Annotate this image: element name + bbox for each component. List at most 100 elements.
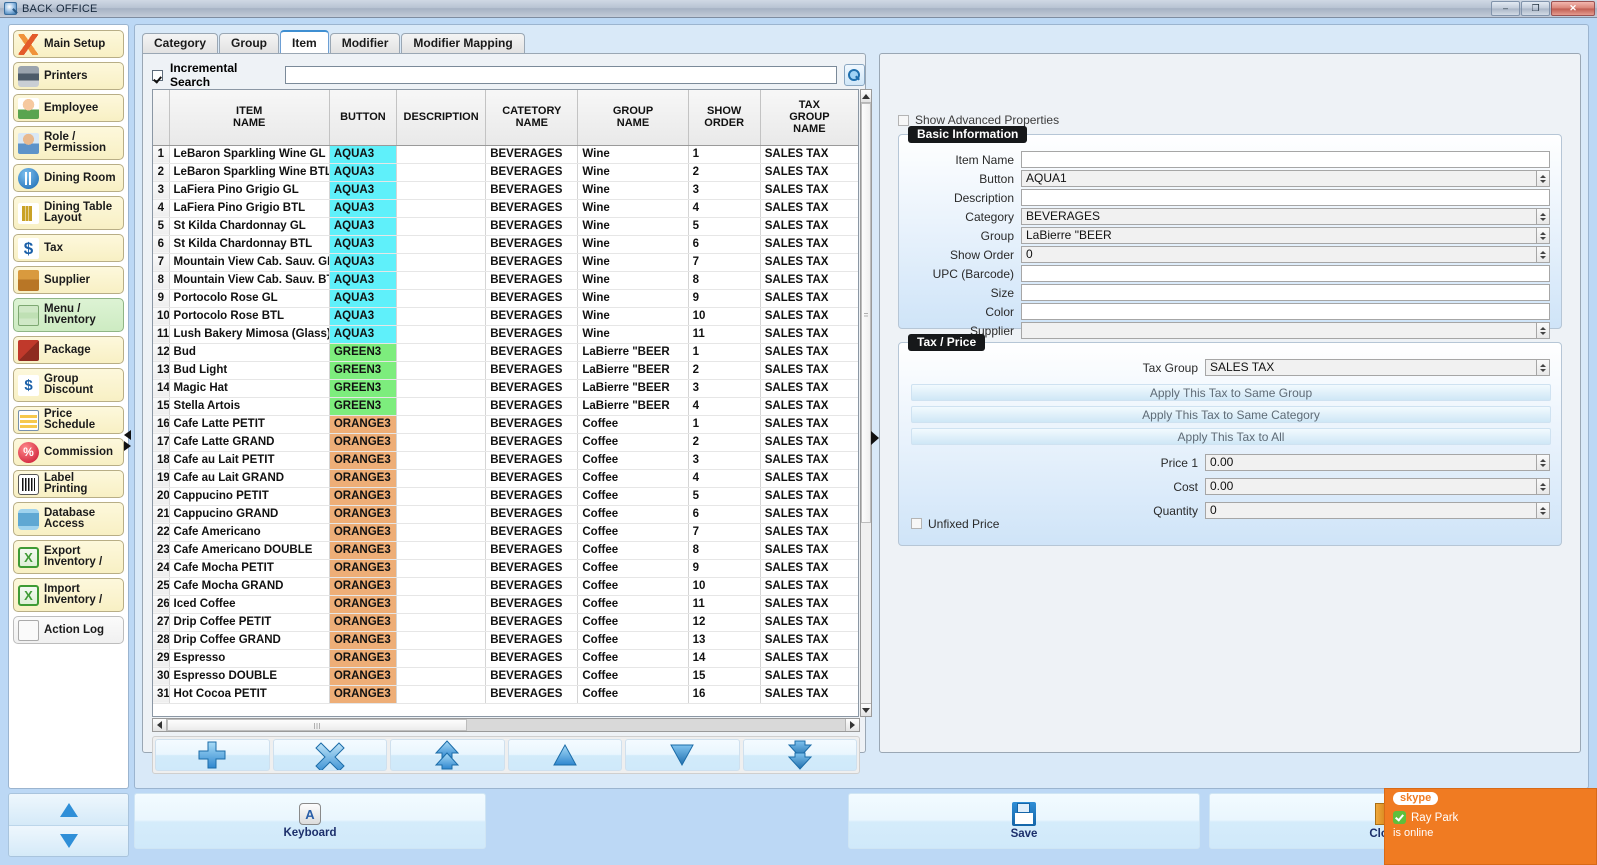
show-order-cell[interactable]: 8 xyxy=(688,271,761,290)
table-row[interactable]: 19 Cafe au Lait GRAND ORANGE3 BEVERAGES Coff… xyxy=(153,469,858,488)
item-name-cell[interactable]: Bud xyxy=(169,343,330,362)
item-name-cell[interactable]: Espresso xyxy=(169,649,330,668)
button-cell[interactable]: GREEN3 xyxy=(329,343,398,362)
horizontal-scroll-thumb[interactable] xyxy=(167,719,467,731)
field-value[interactable] xyxy=(1021,303,1550,320)
move-top-button[interactable] xyxy=(390,739,505,771)
show-order-cell[interactable]: 12 xyxy=(688,613,761,632)
category-name-cell[interactable]: BEVERAGES xyxy=(485,487,579,506)
table-row[interactable]: 21 Cappucino GRAND ORANGE3 BEVERAGES Coffee 6… xyxy=(153,505,858,524)
apply-tax-button-0[interactable]: Apply This Tax to Same Group xyxy=(911,384,1551,401)
table-row[interactable]: 30 Espresso DOUBLE ORANGE3 BEVERAGES Coffee 1… xyxy=(153,667,858,686)
sidebar-collapse-handle[interactable] xyxy=(122,425,132,455)
tab-modifier[interactable]: Modifier xyxy=(329,33,401,53)
item-name-cell[interactable]: Cappucino GRAND xyxy=(169,505,330,524)
category-name-cell[interactable]: BEVERAGES xyxy=(485,181,579,200)
button-cell[interactable]: ORANGE3 xyxy=(329,541,398,560)
column-header[interactable]: CATETORY NAME xyxy=(485,90,579,146)
row-number-cell[interactable]: 10 xyxy=(153,307,170,326)
item-name-cell[interactable]: Cafe au Lait GRAND xyxy=(169,469,330,488)
spinner-control[interactable] xyxy=(1537,322,1550,339)
item-name-cell[interactable]: Iced Coffee xyxy=(169,595,330,614)
category-name-cell[interactable]: BEVERAGES xyxy=(485,451,579,470)
tax-group-name-cell[interactable]: SALES TAX xyxy=(760,181,858,200)
row-number-cell[interactable]: 14 xyxy=(153,379,170,398)
group-name-cell[interactable]: Coffee xyxy=(577,469,689,488)
button-cell[interactable]: AQUA3 xyxy=(329,145,398,164)
category-name-cell[interactable]: BEVERAGES xyxy=(485,469,579,488)
group-name-cell[interactable]: LaBierre "BEER xyxy=(577,361,689,380)
tax-group-name-cell[interactable]: SALES TAX xyxy=(760,145,858,164)
spinner-control[interactable] xyxy=(1537,208,1550,225)
tax-group-name-cell[interactable]: SALES TAX xyxy=(760,397,858,416)
show-order-cell[interactable]: 7 xyxy=(688,253,761,272)
minimize-button[interactable]: – xyxy=(1491,1,1520,16)
category-name-cell[interactable]: BEVERAGES xyxy=(485,217,579,236)
group-name-cell[interactable]: Coffee xyxy=(577,613,689,632)
category-name-cell[interactable]: BEVERAGES xyxy=(485,505,579,524)
button-cell[interactable]: ORANGE3 xyxy=(329,631,398,650)
tax-group-spinner[interactable] xyxy=(1537,359,1550,376)
description-cell[interactable] xyxy=(396,487,487,506)
button-cell[interactable]: ORANGE3 xyxy=(329,685,398,704)
spinner-control[interactable] xyxy=(1537,478,1550,495)
button-cell[interactable]: AQUA3 xyxy=(329,181,398,200)
tax-group-name-cell[interactable]: SALES TAX xyxy=(760,163,858,182)
row-number-cell[interactable]: 3 xyxy=(153,181,170,200)
tax-group-name-cell[interactable]: SALES TAX xyxy=(760,505,858,524)
description-cell[interactable] xyxy=(396,271,487,290)
category-name-cell[interactable]: BEVERAGES xyxy=(485,163,579,182)
tax-group-name-cell[interactable]: SALES TAX xyxy=(760,523,858,542)
row-number-cell[interactable]: 30 xyxy=(153,667,170,686)
item-name-cell[interactable]: Cafe Latte PETIT xyxy=(169,415,330,434)
show-order-cell[interactable]: 11 xyxy=(688,325,761,344)
unfixed-price-checkbox[interactable] xyxy=(911,518,922,529)
tax-group-value[interactable]: SALES TAX xyxy=(1205,359,1537,376)
save-button[interactable]: Save xyxy=(848,793,1200,849)
table-row[interactable]: 10 Portocolo Rose BTL AQUA3 BEVERAGES Wine 10… xyxy=(153,307,858,326)
table-row[interactable]: 22 Cafe Americano ORANGE3 BEVERAGES Coffee 7 S… xyxy=(153,523,858,542)
sidebar-item-database-access[interactable]: Database Access xyxy=(13,502,124,536)
row-number-cell[interactable]: 13 xyxy=(153,361,170,380)
tax-group-name-cell[interactable]: SALES TAX xyxy=(760,379,858,398)
row-number-cell[interactable]: 31 xyxy=(153,685,170,704)
row-number-cell[interactable]: 17 xyxy=(153,433,170,452)
description-cell[interactable] xyxy=(396,397,487,416)
show-order-cell[interactable]: 6 xyxy=(688,505,761,524)
field-value[interactable]: AQUA1 xyxy=(1021,170,1537,187)
group-name-cell[interactable]: Coffee xyxy=(577,451,689,470)
table-row[interactable]: 3 LaFiera Pino Grigio GL AQUA3 BEVERAGES Win… xyxy=(153,181,858,200)
category-name-cell[interactable]: BEVERAGES xyxy=(485,235,579,254)
sidebar-item-supplier[interactable]: Supplier xyxy=(13,266,124,294)
button-cell[interactable]: AQUA3 xyxy=(329,289,398,308)
description-cell[interactable] xyxy=(396,613,487,632)
show-order-cell[interactable]: 9 xyxy=(688,289,761,308)
description-cell[interactable] xyxy=(396,307,487,326)
description-cell[interactable] xyxy=(396,235,487,254)
show-order-cell[interactable]: 2 xyxy=(688,433,761,452)
row-number-cell[interactable]: 25 xyxy=(153,577,170,596)
row-number-cell[interactable]: 20 xyxy=(153,487,170,506)
column-header[interactable]: ITEM NAME xyxy=(169,90,330,146)
button-cell[interactable]: AQUA3 xyxy=(329,325,398,344)
tax-group-name-cell[interactable]: SALES TAX xyxy=(760,469,858,488)
column-header[interactable]: SHOW ORDER xyxy=(688,90,761,146)
tab-category[interactable]: Category xyxy=(142,33,219,53)
row-number-cell[interactable]: 6 xyxy=(153,235,170,254)
item-name-cell[interactable]: Stella Artois xyxy=(169,397,330,416)
spinner-control[interactable] xyxy=(1537,246,1550,263)
item-name-cell[interactable]: St Kilda Chardonnay GL xyxy=(169,217,330,236)
tax-group-name-cell[interactable]: SALES TAX xyxy=(760,685,858,704)
description-cell[interactable] xyxy=(396,181,487,200)
button-cell[interactable]: ORANGE3 xyxy=(329,469,398,488)
group-name-cell[interactable]: LaBierre "BEER xyxy=(577,397,689,416)
button-cell[interactable]: ORANGE3 xyxy=(329,577,398,596)
group-name-cell[interactable]: Wine xyxy=(577,181,689,200)
description-cell[interactable] xyxy=(396,325,487,344)
row-number-cell[interactable]: 15 xyxy=(153,397,170,416)
skype-notification-toast[interactable]: skype Ray Park is online xyxy=(1384,788,1597,865)
sidebar-item-main-setup[interactable]: Main Setup xyxy=(13,30,124,58)
show-order-cell[interactable]: 4 xyxy=(688,397,761,416)
category-name-cell[interactable]: BEVERAGES xyxy=(485,289,579,308)
button-cell[interactable]: AQUA3 xyxy=(329,199,398,218)
